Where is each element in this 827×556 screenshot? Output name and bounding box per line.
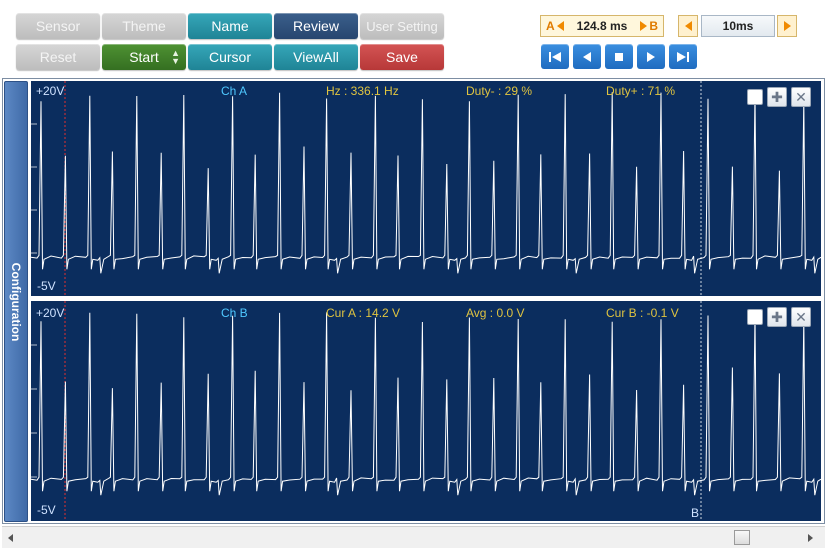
scroll-left-icon[interactable] <box>8 534 13 542</box>
step-back-icon <box>583 51 591 62</box>
skip-to-start-icon <box>549 51 561 62</box>
reset-button[interactable]: Reset <box>16 44 100 70</box>
configuration-tab[interactable]: Configuration <box>4 81 28 522</box>
stop-button[interactable] <box>605 44 633 69</box>
horizontal-scrollbar[interactable] <box>2 526 825 548</box>
channel-b-scope[interactable]: +20V -5V Ch B Cur A : 14.2 V Avg : 0.0 V… <box>31 301 821 521</box>
start-button-label: Start <box>129 49 159 65</box>
plus-icon: ✚ <box>771 88 783 105</box>
channel-b-checkbox[interactable] <box>747 309 763 325</box>
timebase-increase-button[interactable] <box>777 15 797 37</box>
channel-b-add-button[interactable]: ✚ <box>767 307 787 327</box>
skip-to-end-button[interactable] <box>669 44 697 69</box>
left-triangle-icon <box>556 21 564 31</box>
timebase-value: 10ms <box>701 15 775 37</box>
signal-trace <box>31 312 821 496</box>
channel-a-name: Ch A <box>221 84 248 98</box>
channel-b-top-scale: +20V <box>36 306 65 320</box>
channel-a-bottom-scale: -5V <box>37 279 56 293</box>
review-button[interactable]: Review <box>274 13 358 39</box>
step-forward-icon <box>647 51 655 62</box>
left-triangle-icon <box>684 21 692 31</box>
right-triangle-icon <box>640 21 648 31</box>
channel-a-add-button[interactable]: ✚ <box>767 87 787 107</box>
save-button[interactable]: Save <box>360 44 444 70</box>
channel-b-average-readout: Avg : 0.0 V <box>466 306 525 320</box>
channel-b-bottom-scale: -5V <box>37 503 56 517</box>
scroll-right-icon[interactable] <box>808 534 813 542</box>
cursor-button[interactable]: Cursor <box>188 44 272 70</box>
timebase-decrease-button[interactable] <box>678 15 698 37</box>
step-back-button[interactable] <box>573 44 601 69</box>
skip-to-end-icon <box>677 51 689 62</box>
name-button[interactable]: Name <box>188 13 272 39</box>
channel-a-close-button[interactable]: ✕ <box>791 87 811 107</box>
channel-a-trace-canvas <box>31 81 821 296</box>
channel-b-cursor-a-readout: Cur A : 14.2 V <box>326 306 401 320</box>
viewall-button[interactable]: ViewAll <box>274 44 358 70</box>
channel-a-duty-minus-readout: Duty- : 29 % <box>466 84 533 98</box>
cursor-delta-display: A 124.8 ms B <box>540 15 664 37</box>
scope-area: Configuration +20V -5V Ch A Hz : 336.1 H… <box>2 78 825 524</box>
channel-a-top-scale: +20V <box>36 84 65 98</box>
channel-a-duty-plus-readout: Duty+ : 71 % <box>606 84 676 98</box>
close-icon: ✕ <box>795 308 807 325</box>
skip-to-start-button[interactable] <box>541 44 569 69</box>
right-triangle-icon <box>783 21 791 31</box>
start-button[interactable]: Start ▲ ▼ <box>102 44 186 70</box>
channel-b-trace-canvas <box>31 301 821 521</box>
channel-a-frequency-readout: Hz : 336.1 Hz <box>326 84 399 98</box>
up-down-arrows-icon: ▲ ▼ <box>171 48 180 66</box>
scrollbar-thumb[interactable] <box>734 530 750 545</box>
channel-b-cursor-b-readout: Cur B : -0.1 V <box>606 306 679 320</box>
channel-a-scope[interactable]: +20V -5V Ch A Hz : 336.1 Hz Duty- : 29 %… <box>31 81 821 296</box>
plus-icon: ✚ <box>771 308 783 325</box>
channel-b-name: Ch B <box>221 306 248 320</box>
configuration-tab-label: Configuration <box>9 262 23 341</box>
cursor-b-marker[interactable]: B <box>691 506 699 520</box>
cursor-a-label: A <box>546 19 555 33</box>
user-setting-button[interactable]: User Setting <box>360 13 444 39</box>
cursor-delta-value: 124.8 ms <box>576 19 628 33</box>
signal-trace <box>31 92 821 274</box>
sensor-button[interactable]: Sensor <box>16 13 100 39</box>
stop-icon <box>615 52 623 61</box>
theme-button[interactable]: Theme <box>102 13 186 39</box>
toolbar: Sensor Theme Name Review User Setting Re… <box>0 0 827 78</box>
close-icon: ✕ <box>795 88 807 105</box>
channel-a-checkbox[interactable] <box>747 89 763 105</box>
cursor-b-label: B <box>649 19 658 33</box>
channel-b-close-button[interactable]: ✕ <box>791 307 811 327</box>
step-forward-button[interactable] <box>637 44 665 69</box>
